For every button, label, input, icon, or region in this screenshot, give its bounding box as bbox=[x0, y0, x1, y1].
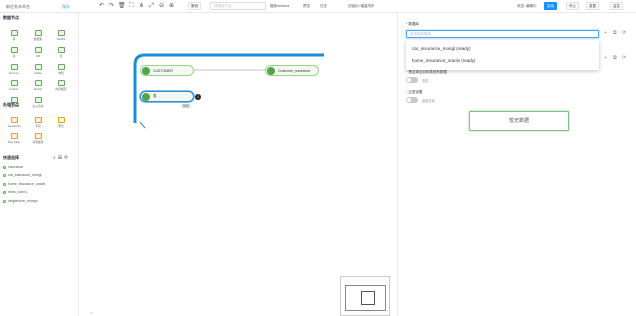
canvas-node-customer-insurance[interactable]: Customer_insurance bbox=[265, 65, 319, 76]
edge-layer bbox=[133, 53, 324, 129]
preview-tag[interactable]: 预览 bbox=[181, 104, 192, 108]
delete-icon[interactable]: 🗑 bbox=[118, 3, 126, 10]
palette-item[interactable]: Custom bbox=[5, 80, 23, 91]
infer-schema-button[interactable]: 推断schema bbox=[270, 4, 289, 9]
drop-table-toggle[interactable] bbox=[406, 77, 418, 83]
canvas-node-customer[interactable]: CUSTOMER bbox=[140, 65, 194, 76]
zoom-in-icon[interactable]: ⊕ bbox=[168, 3, 175, 10]
task-title[interactable]: 新任务未命名 bbox=[6, 4, 30, 10]
layout-icon[interactable]: ⋔ bbox=[138, 3, 145, 10]
palette-item[interactable]: GridFS bbox=[52, 30, 70, 41]
list-item[interactable]: home_insurance_oracle bbox=[3, 182, 45, 186]
database-option[interactable]: home_insurance_oracle (ready) bbox=[412, 58, 476, 63]
palette-item[interactable]: 主从合并 bbox=[29, 97, 47, 108]
edit-toolbar-icons: ↶ ↷ 🗑 ⛶ ⋔ ⤢ ⊖ ⊕ bbox=[98, 3, 175, 10]
drag-line bbox=[139, 121, 146, 129]
node-select[interactable]: 请选择节点 bbox=[210, 2, 266, 10]
db-icon bbox=[3, 182, 6, 186]
monitor-button[interactable]: 监控 bbox=[610, 2, 623, 10]
quick-select-title[interactable]: 快速选择 bbox=[3, 155, 19, 161]
node-palette-sidebar: 数据节点 库 数据集 GridFS 表 API 流 Dummy Kafka 未知… bbox=[0, 13, 79, 316]
palette-item[interactable]: JavaScript bbox=[5, 117, 23, 128]
table-node-icon bbox=[267, 66, 275, 75]
search-icon[interactable]: ⌕ bbox=[53, 155, 56, 161]
canvas-node-new-table[interactable]: 表 bbox=[140, 91, 194, 102]
zoom-out-icon[interactable]: ⊖ bbox=[158, 3, 165, 10]
db-icon bbox=[3, 173, 6, 177]
palette-item[interactable]: RedisI bbox=[29, 80, 47, 91]
palette-item[interactable]: 数据集 bbox=[29, 30, 47, 41]
log-button[interactable]: 日志 bbox=[320, 4, 327, 9]
minimap-viewport bbox=[345, 285, 386, 311]
fullscreen-icon[interactable]: ⤢ bbox=[148, 3, 155, 10]
data-nodes-title[interactable]: 数据节点 bbox=[3, 15, 19, 21]
palette-item[interactable]: Dummy bbox=[5, 64, 23, 75]
database-dropdown: car_insurance_mongl (ready) home_insuran… bbox=[406, 40, 599, 70]
add-icon[interactable]: ⊞ bbox=[58, 155, 62, 161]
refresh-icon[interactable]: ⟳ bbox=[622, 55, 626, 61]
add-icon[interactable]: + bbox=[604, 30, 607, 36]
minimap-node bbox=[361, 291, 375, 305]
db-icon bbox=[3, 199, 6, 203]
undo-icon[interactable]: ↶ bbox=[98, 3, 105, 10]
stop-button[interactable]: 停止 bbox=[566, 2, 579, 10]
sync-mode-select[interactable]: 初始化+增量同步 bbox=[348, 4, 375, 9]
redo-icon[interactable]: ↷ bbox=[108, 3, 115, 10]
palette-item[interactable]: 未知 bbox=[52, 64, 70, 75]
top-toolbar: 新任务未命名 保存 ↶ ↷ 🗑 ⛶ ⋔ ⤢ ⊖ ⊕ 撤销 请选择节点 推断sch… bbox=[0, 0, 636, 13]
no-data-button[interactable]: 暂无数据 bbox=[469, 111, 569, 131]
reset-button[interactable]: 撤销 bbox=[188, 2, 201, 10]
palette-item[interactable]: 流 bbox=[52, 47, 70, 58]
node-config-panel: *数据库 请选择数据库 + ⧉ ⟳ + ⧉ ⟳ car_insurance_mo… bbox=[397, 13, 636, 316]
database-option[interactable]: car_insurance_mongl (ready) bbox=[412, 46, 471, 51]
status-text: 状态: 编辑中 bbox=[517, 4, 537, 8]
palette-item[interactable]: 库 bbox=[5, 30, 23, 41]
database-select[interactable]: 请选择数据库 bbox=[406, 30, 599, 38]
save-link[interactable]: 保存 bbox=[62, 4, 70, 10]
fit-screen-icon[interactable]: ⛶ bbox=[128, 3, 135, 10]
palette-item[interactable]: Kafka bbox=[29, 64, 47, 75]
start-button[interactable]: 启动 bbox=[544, 2, 557, 10]
palette-item[interactable]: 字段 bbox=[29, 117, 47, 128]
palette-item[interactable]: API bbox=[29, 47, 47, 58]
filter-label: *过滤设置 bbox=[406, 90, 423, 94]
add-icon[interactable]: + bbox=[604, 55, 607, 61]
refresh-icon[interactable]: ⟳ bbox=[64, 155, 68, 161]
copy-icon[interactable]: ⧉ bbox=[613, 55, 617, 61]
minimap[interactable] bbox=[340, 276, 390, 316]
db-icon bbox=[3, 190, 6, 194]
drop-table-toggle-label: 清空 bbox=[422, 79, 429, 83]
database-label: *数据库 bbox=[406, 22, 419, 26]
refresh-icon[interactable]: ⟳ bbox=[622, 30, 626, 36]
collapse-icon[interactable]: ⇔ bbox=[89, 310, 94, 316]
table-node-icon bbox=[142, 66, 150, 75]
palette-item[interactable]: 聚合 bbox=[52, 117, 70, 128]
drop-table-label: *是否清空目标表现有数据 bbox=[406, 70, 447, 74]
copy-icon[interactable]: ⧉ bbox=[613, 30, 617, 36]
flow-canvas[interactable]: CUSTOMER Customer_insurance 表 1 预览 ⇔ bbox=[80, 13, 396, 316]
filter-toggle-label: 启用过滤 bbox=[422, 99, 435, 103]
quick-select-tools: ⌕ ⊞ ⟳ bbox=[53, 155, 68, 161]
palette-item[interactable]: 关联缓存 bbox=[29, 133, 47, 144]
process-nodes-title[interactable]: 处理节点 bbox=[3, 102, 19, 108]
list-item[interactable]: insurance bbox=[3, 165, 23, 169]
table-node-icon bbox=[142, 92, 150, 101]
palette-item[interactable]: 内存缓存 bbox=[52, 80, 70, 91]
preview-button[interactable]: 预览 bbox=[303, 4, 310, 9]
palette-item[interactable]: Row Filter bbox=[5, 133, 23, 144]
palette-item[interactable]: 表 bbox=[5, 47, 23, 58]
list-item[interactable]: singlestore_mongo bbox=[3, 199, 38, 203]
list-item[interactable]: car_insurance_mongl bbox=[3, 173, 41, 177]
reset-state-button[interactable]: 重置 bbox=[586, 2, 599, 10]
node-badge: 1 bbox=[195, 94, 201, 100]
filter-toggle[interactable] bbox=[406, 97, 418, 103]
list-item[interactable]: redis_conn1 bbox=[3, 190, 27, 194]
db-icon bbox=[3, 165, 6, 169]
